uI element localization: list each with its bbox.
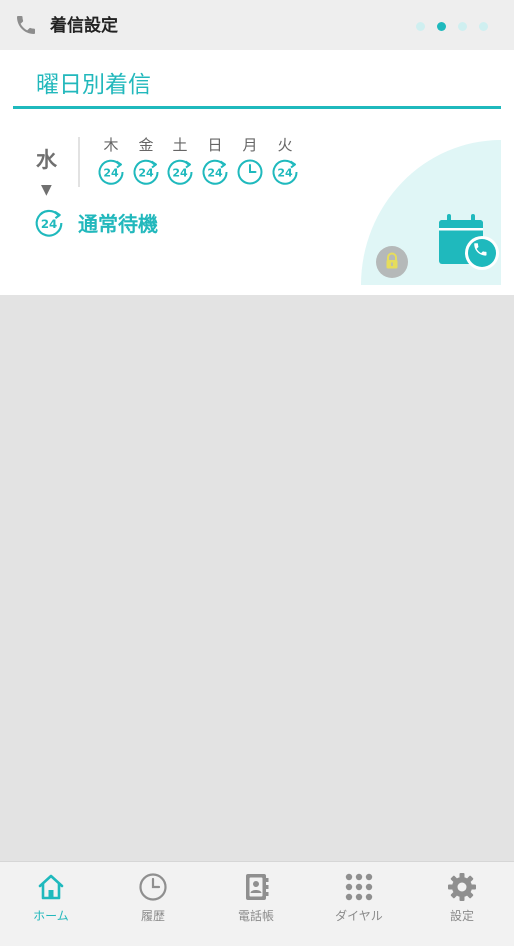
clock-icon <box>237 159 263 185</box>
24h-icon: 24 <box>202 159 228 185</box>
home-icon <box>38 874 64 900</box>
day-label: 金 <box>138 136 154 154</box>
today-day-label: 水 <box>36 148 57 172</box>
svg-text:24: 24 <box>103 167 119 180</box>
24h-icon: 24 <box>133 159 159 185</box>
day-label: 火 <box>277 136 293 154</box>
bottom-nav: ホーム 履歴 電話帳 ダイヤル 設定 <box>0 861 514 946</box>
svg-text:24: 24 <box>207 167 223 180</box>
day-label: 土 <box>172 136 188 154</box>
keypad-icon <box>345 873 373 901</box>
lock-icon[interactable] <box>376 246 408 278</box>
screen: 着信設定 曜日別着信 水 ▼ 木 24 金 24 土 24 日 24 月 火 2… <box>0 0 514 946</box>
nav-label: 設定 <box>449 909 474 923</box>
day-sunday: 日 24 <box>200 136 230 186</box>
page-indicator <box>416 22 488 31</box>
page-dot <box>479 22 488 31</box>
24h-icon: 24 <box>272 159 298 185</box>
nav-home[interactable]: ホーム <box>0 862 102 946</box>
call-mode-label: 通常待機 <box>78 212 158 236</box>
day-tuesday: 火 24 <box>270 136 300 186</box>
page-title: 着信設定 <box>50 16 118 36</box>
nav-history[interactable]: 履歴 <box>102 862 204 946</box>
svg-text:24: 24 <box>172 167 188 180</box>
nav-label: 電話帳 <box>237 909 274 923</box>
page-dot <box>416 22 425 31</box>
page-dot <box>458 22 467 31</box>
divider <box>78 137 80 187</box>
day-friday: 金 24 <box>131 136 161 186</box>
day-thursday: 木 24 <box>96 136 126 186</box>
nav-label: ダイヤル <box>335 909 383 923</box>
gear-icon <box>448 873 476 901</box>
top-bar: 着信設定 <box>0 0 514 50</box>
card-title-underline <box>13 106 501 109</box>
nav-label: 履歴 <box>140 909 165 923</box>
phonebook-icon <box>246 874 269 900</box>
weekday-call-card[interactable]: 曜日別着信 水 ▼ 木 24 金 24 土 24 日 24 月 火 24 24 … <box>0 50 514 295</box>
phone-icon <box>17 16 35 34</box>
day-label: 木 <box>103 136 119 154</box>
day-saturday: 土 24 <box>165 136 195 186</box>
24h-icon: 24 <box>35 209 63 237</box>
nav-phonebook[interactable]: 電話帳 <box>205 862 307 946</box>
day-monday: 月 <box>235 136 265 186</box>
calendar-phone-icon <box>439 214 499 270</box>
day-label: 日 <box>207 136 223 154</box>
page-dot-active <box>437 22 446 31</box>
nav-label: ホーム <box>33 909 69 923</box>
nav-dial[interactable]: ダイヤル <box>308 862 410 946</box>
svg-text:24: 24 <box>138 167 154 180</box>
24h-icon: 24 <box>98 159 124 185</box>
today-arrow-icon: ▼ <box>41 182 52 198</box>
24h-icon: 24 <box>167 159 193 185</box>
card-title: 曜日別着信 <box>36 72 151 98</box>
nav-settings[interactable]: 設定 <box>411 862 513 946</box>
clock-icon <box>139 873 167 901</box>
day-label: 月 <box>242 136 258 154</box>
svg-text:24: 24 <box>277 167 293 180</box>
svg-text:24: 24 <box>41 217 57 231</box>
